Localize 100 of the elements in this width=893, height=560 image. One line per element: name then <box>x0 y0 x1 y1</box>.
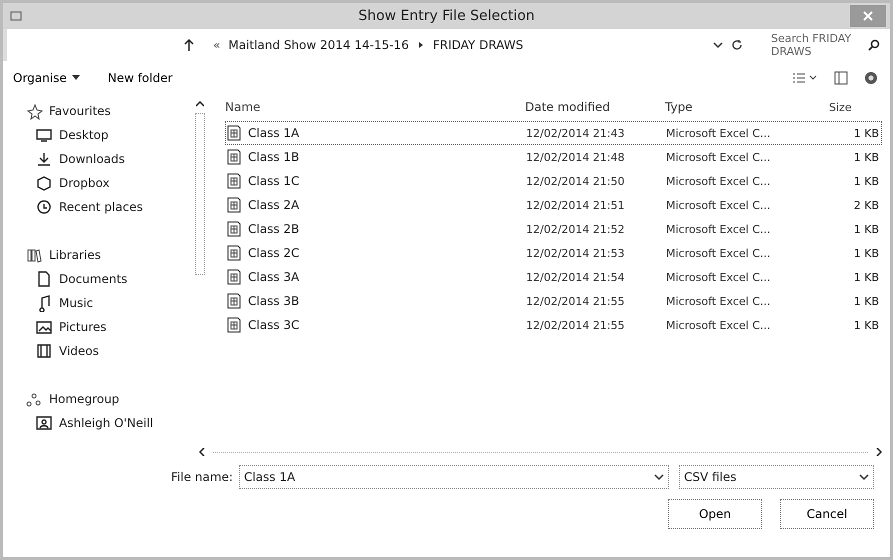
file-name: Class 2A <box>248 198 300 212</box>
refresh-icon[interactable] <box>731 39 743 51</box>
navigation-item[interactable]: Downloads <box>25 147 193 171</box>
table-cell-text: 12/02/2014 21:52 <box>526 222 626 236</box>
table-cell-text: 12/02/2014 21:48 <box>526 150 626 164</box>
cancel-button[interactable]: Cancel <box>780 499 874 529</box>
table-cell-text: 12/02/2014 21:53 <box>526 246 626 260</box>
table-cell-text: 2 KB <box>852 198 880 212</box>
file-row[interactable]: Class 3C 12/02/2014 21:55 Microsoft Excel C... 1 KB <box>225 313 882 337</box>
file-name: Class 3B <box>248 294 300 308</box>
file-name-label: File name: <box>171 470 233 484</box>
file-row[interactable]: Class 1C 12/02/2014 21:50 Microsoft Excel C... 1 KB <box>225 169 882 193</box>
scroll-up-icon[interactable] <box>196 101 204 107</box>
dropdown-caret-icon[interactable] <box>713 41 723 49</box>
user-icon <box>35 414 53 432</box>
file-row[interactable]: Class 2B 12/02/2014 21:52 Microsoft Excel C... 1 KB <box>225 217 882 241</box>
file-row[interactable]: Class 2A 12/02/2014 21:51 Microsoft Excel C... 2 KB <box>225 193 882 217</box>
spreadsheet-file-icon <box>226 221 242 237</box>
table-cell-text: Microsoft Excel C... <box>666 174 772 188</box>
file-row[interactable]: Class 3A 12/02/2014 21:54 Microsoft Excel C... 1 KB <box>225 265 882 289</box>
navigation-item[interactable]: Ashleigh O'Neill <box>25 411 193 435</box>
window-title: Show Entry File Selection <box>358 8 535 24</box>
overflow-chevron[interactable]: « <box>213 38 220 52</box>
navigation-item[interactable]: Dropbox <box>25 171 193 195</box>
table-cell-text: 1 KB <box>852 174 880 188</box>
table-cell-text: Microsoft Excel C... <box>666 198 772 212</box>
view-options-icon[interactable] <box>792 72 818 84</box>
table-cell-text: 12/02/2014 21:55 <box>526 294 626 308</box>
address-field[interactable]: « Maitland Show 2014 14-15-16 FRIDAY DRAWS <box>213 38 743 52</box>
file-name: Class 1C <box>248 174 300 188</box>
table-cell-text: 1 KB <box>852 150 880 164</box>
star-icon <box>25 102 43 120</box>
navigation-item[interactable]: Documents <box>25 267 193 291</box>
up-arrow-icon[interactable] <box>183 38 195 52</box>
file-name: Class 3A <box>248 270 300 284</box>
help-icon[interactable] <box>864 71 878 85</box>
table-cell-text: 12/02/2014 21:51 <box>526 198 626 212</box>
caret-icon <box>72 75 80 81</box>
file-name: Class 2C <box>248 246 300 260</box>
file-name: Class 3C <box>248 318 300 332</box>
table-cell-text: 1 KB <box>852 126 880 140</box>
open-button[interactable]: Open <box>668 499 762 529</box>
file-row[interactable]: Class 1A 12/02/2014 21:43 Microsoft Excel C... 1 KB <box>225 121 882 145</box>
file-name-field[interactable]: Class 1A <box>238 465 669 489</box>
file-type-dropdown[interactable]: CSV files <box>678 465 874 489</box>
table-cell-text: 12/02/2014 21:43 <box>526 126 626 140</box>
app-icon <box>9 9 23 23</box>
download-icon <box>35 150 53 168</box>
spreadsheet-file-icon <box>226 173 242 189</box>
spreadsheet-file-icon <box>226 197 242 213</box>
close-icon <box>863 11 873 21</box>
table-cell-text: Microsoft Excel C... <box>666 126 772 140</box>
video-icon <box>35 342 53 360</box>
table-cell-text: Microsoft Excel C... <box>666 246 772 260</box>
table-cell-text: 12/02/2014 21:55 <box>526 318 626 332</box>
file-row[interactable]: Class 1B 12/02/2014 21:48 Microsoft Excel C... 1 KB <box>225 145 882 169</box>
table-cell-text: Microsoft Excel C... <box>666 150 772 164</box>
close-button[interactable] <box>850 5 886 27</box>
table-cell-text: 1 KB <box>852 222 880 236</box>
file-name: Class 1A <box>248 126 300 140</box>
table-cell-text: 12/02/2014 21:54 <box>526 270 626 284</box>
table-cell-text: Microsoft Excel C... <box>666 294 772 308</box>
table-cell-text: 1 KB <box>852 270 880 284</box>
dropdown-caret-icon[interactable] <box>654 473 664 481</box>
column-header[interactable]: Date modified <box>525 100 665 114</box>
organise-menu-button[interactable]: Organise <box>13 71 80 85</box>
search-icon <box>868 39 880 51</box>
file-row[interactable]: Class 3B 12/02/2014 21:55 Microsoft Excel C... 1 KB <box>225 289 882 313</box>
spreadsheet-file-icon <box>226 269 242 285</box>
spreadsheet-file-icon <box>226 293 242 309</box>
navigation-item[interactable]: Libraries <box>25 243 193 267</box>
spreadsheet-file-icon <box>226 125 242 141</box>
scroll-left-icon[interactable] <box>199 448 205 456</box>
table-cell-text: Microsoft Excel C... <box>666 222 772 236</box>
breadcrumb-item[interactable]: FRIDAY DRAWS <box>432 38 524 52</box>
navigation-item[interactable]: Homegroup <box>25 387 193 411</box>
navigation-item[interactable]: Desktop <box>25 123 193 147</box>
column-header[interactable]: Type <box>665 100 795 114</box>
dropdown-caret-icon[interactable] <box>859 473 869 481</box>
breadcrumb-arrow-icon[interactable] <box>416 41 425 49</box>
file-name: Class 1B <box>248 150 300 164</box>
column-header[interactable]: Size <box>795 100 882 114</box>
table-cell-text: 1 KB <box>852 318 880 332</box>
spreadsheet-file-icon <box>226 149 242 165</box>
spreadsheet-file-icon <box>226 317 242 333</box>
search-field[interactable]: Search FRIDAY DRAWS <box>751 32 880 58</box>
navigation-item[interactable]: Recent places <box>25 195 193 219</box>
navigation-item[interactable]: Videos <box>25 339 193 363</box>
preview-pane-icon[interactable] <box>834 71 848 85</box>
navigation-item[interactable]: Pictures <box>25 315 193 339</box>
breadcrumb-item[interactable]: Maitland Show 2014 14-15-16 <box>228 38 409 52</box>
table-cell-text: 1 KB <box>852 294 880 308</box>
scroll-right-icon[interactable] <box>876 448 882 456</box>
table-cell-text: 1 KB <box>852 246 880 260</box>
new-folder-button[interactable]: New folder <box>108 71 173 85</box>
navigation-item[interactable]: Favourites <box>25 99 193 123</box>
navigation-item[interactable]: Music <box>25 291 193 315</box>
file-row[interactable]: Class 2C 12/02/2014 21:53 Microsoft Excel C... 1 KB <box>225 241 882 265</box>
spreadsheet-file-icon <box>226 245 242 261</box>
column-header[interactable]: Name <box>225 100 525 114</box>
